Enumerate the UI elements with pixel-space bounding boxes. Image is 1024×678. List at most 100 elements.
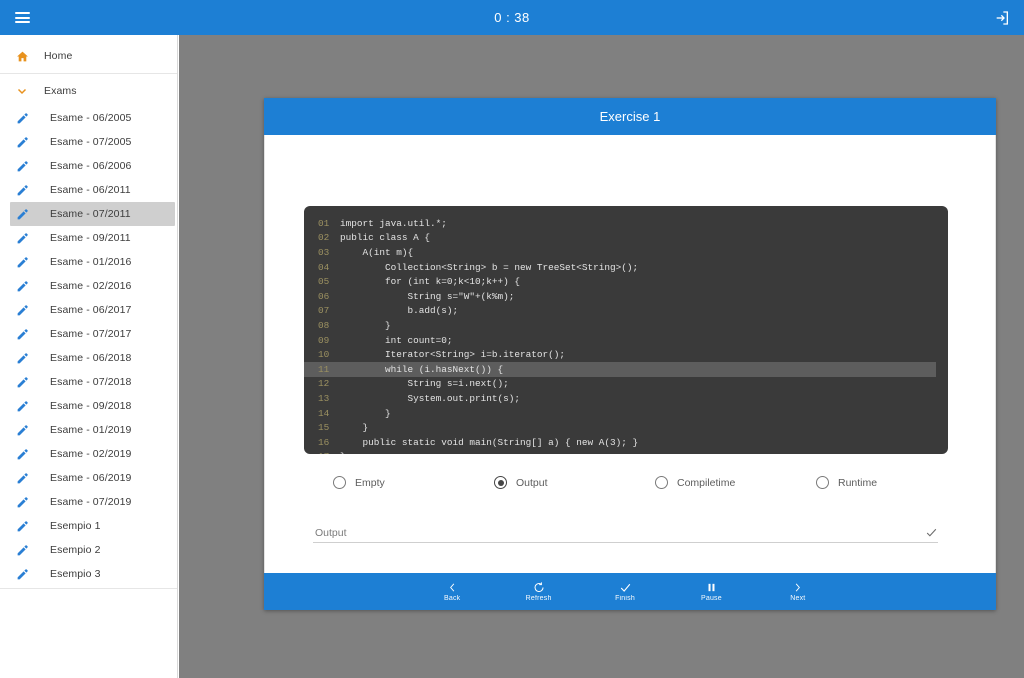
code-line-text: for (int k=0;k<10;k++) {	[340, 276, 521, 288]
check-icon	[619, 581, 632, 594]
code-line-number: 17	[304, 451, 340, 454]
answer-field-wrapper	[313, 518, 938, 543]
pencil-icon-glyph	[17, 424, 28, 435]
code-line: 14 }	[304, 406, 948, 421]
pencil-icon	[0, 544, 44, 557]
sidebar-item-exam[interactable]: Esame - 02/2016	[0, 274, 177, 298]
sidebar-item-exam[interactable]: Esame - 06/2006	[0, 154, 177, 178]
sidebar-item-exam[interactable]: Esame - 07/2011	[0, 202, 177, 226]
toolbar-finish-button[interactable]: Finish	[582, 573, 668, 610]
answer-type-radio[interactable]: Compiletime	[626, 476, 787, 489]
sidebar-item-exam[interactable]: Esame - 01/2016	[0, 250, 177, 274]
code-line-number: 12	[318, 378, 330, 390]
main-content-area: Exercise 1 01 import java.util.*; 02 public…	[179, 35, 1024, 678]
pencil-icon	[0, 136, 44, 149]
radio-button-icon[interactable]	[655, 476, 668, 489]
code-line-number: 14	[318, 407, 330, 419]
sidebar-item-exam[interactable]: Esempio 1	[0, 514, 177, 538]
menu-button[interactable]	[0, 12, 44, 23]
sidebar: Home Exams Esame - 06/2005 Esame - 07/200…	[0, 35, 178, 678]
refresh-icon	[533, 581, 545, 594]
toolbar-pause-button[interactable]: Pause	[668, 573, 754, 610]
pencil-icon	[0, 232, 44, 245]
code-line: 07 b.add(s);	[304, 304, 948, 319]
sidebar-item-home[interactable]: Home	[0, 41, 177, 71]
pencil-icon-glyph	[17, 472, 28, 483]
hamburger-menu-icon[interactable]	[14, 12, 30, 23]
answer-type-radio[interactable]: Output	[465, 476, 626, 489]
radio-button-icon[interactable]	[333, 476, 346, 489]
sidebar-item-exam[interactable]: Esempio 3	[0, 562, 177, 586]
sidebar-item-exam[interactable]: Esame - 07/2018	[0, 370, 177, 394]
code-line-text: b.add(s);	[340, 305, 459, 317]
pencil-icon	[0, 400, 44, 413]
sidebar-item-exam[interactable]: Esame - 07/2017	[0, 322, 177, 346]
sidebar-item-exam[interactable]: Esame - 09/2018	[0, 394, 177, 418]
code-line-number: 02	[318, 232, 330, 244]
answer-type-radio-group: Empty Output Compiletime Runtime	[304, 476, 948, 489]
pencil-icon	[0, 376, 44, 389]
radio-button-icon[interactable]	[494, 476, 507, 489]
exercise-title: Exercise 1	[264, 98, 996, 135]
code-line-text: }	[340, 407, 391, 419]
sidebar-item-exam[interactable]: Esame - 01/2019	[0, 418, 177, 442]
code-line: 17}	[304, 450, 948, 454]
code-line-number: 06	[318, 290, 330, 302]
code-line: 05 for (int k=0;k<10;k++) {	[304, 274, 948, 289]
sidebar-item-exam[interactable]: Esame - 06/2017	[0, 298, 177, 322]
radio-button-icon[interactable]	[816, 476, 829, 489]
pencil-icon	[0, 256, 44, 269]
pencil-icon-glyph	[17, 448, 28, 459]
toolbar-next-button[interactable]: Next	[755, 573, 841, 610]
answer-type-radio-label: Compiletime	[677, 476, 736, 489]
sidebar-item-exam-label: Esame - 06/2006	[50, 160, 132, 172]
code-line-text: String s=i.next();	[340, 378, 509, 390]
code-line-number: 13	[318, 392, 330, 404]
sidebar-item-exam[interactable]: Esame - 07/2005	[0, 130, 177, 154]
sidebar-item-exam[interactable]: Esempio 2	[0, 538, 177, 562]
pencil-icon	[0, 304, 44, 317]
sidebar-item-exam[interactable]: Esame - 02/2019	[0, 442, 177, 466]
pencil-icon	[0, 472, 44, 485]
home-icon	[0, 50, 44, 63]
logout-button[interactable]	[980, 10, 1024, 26]
code-line: 08 }	[304, 318, 948, 333]
pencil-icon-glyph	[17, 112, 28, 123]
pencil-icon-glyph	[17, 160, 28, 171]
chevron-down-icon[interactable]	[0, 85, 44, 97]
answer-type-radio[interactable]: Empty	[304, 476, 465, 489]
sidebar-item-exam[interactable]: Esame - 06/2011	[0, 178, 177, 202]
answer-type-radio-label: Output	[516, 476, 548, 489]
sidebar-item-exam[interactable]: Esame - 06/2005	[0, 106, 177, 130]
code-line-text: System.out.print(s);	[340, 392, 521, 404]
sidebar-exam-list: Esame - 06/2005 Esame - 07/2005 Esame - 06…	[0, 106, 177, 586]
check-icon[interactable]	[925, 526, 938, 539]
sidebar-item-exam-label: Esame - 01/2019	[50, 424, 132, 436]
pencil-icon-glyph	[17, 304, 28, 315]
toolbar-refresh-button[interactable]: Refresh	[495, 573, 581, 610]
logout-icon[interactable]	[994, 10, 1010, 26]
code-line-text: }	[340, 422, 369, 434]
code-line: 04 Collection<String> b = new TreeSet<St…	[304, 260, 948, 275]
answer-type-radio[interactable]: Runtime	[787, 476, 948, 489]
sidebar-group-exams[interactable]: Exams	[0, 76, 177, 106]
code-line: 15 }	[304, 420, 948, 435]
pencil-icon	[0, 112, 44, 125]
sidebar-item-exam-label: Esame - 06/2017	[50, 304, 132, 316]
sidebar-item-exam[interactable]: Esame - 07/2019	[0, 490, 177, 514]
sidebar-item-exam[interactable]: Esame - 06/2019	[0, 466, 177, 490]
timer-display: 0 : 38	[494, 10, 530, 25]
toolbar-back-button[interactable]: Back	[409, 573, 495, 610]
pencil-icon	[0, 184, 44, 197]
pencil-icon	[0, 352, 44, 365]
pause-icon	[706, 581, 717, 594]
toolbar-button-label: Finish	[615, 595, 635, 602]
code-line-number: 09	[318, 334, 330, 346]
exercise-body: 01 import java.util.*; 02 public class A {0…	[264, 135, 996, 573]
answer-type-radio-label: Runtime	[838, 476, 878, 489]
sidebar-item-exam[interactable]: Esame - 06/2018	[0, 346, 177, 370]
code-line-text: int count=0;	[340, 334, 453, 346]
answer-input[interactable]	[313, 527, 873, 542]
sidebar-item-exam[interactable]: Esame - 09/2011	[0, 226, 177, 250]
pencil-icon-glyph	[17, 520, 28, 531]
